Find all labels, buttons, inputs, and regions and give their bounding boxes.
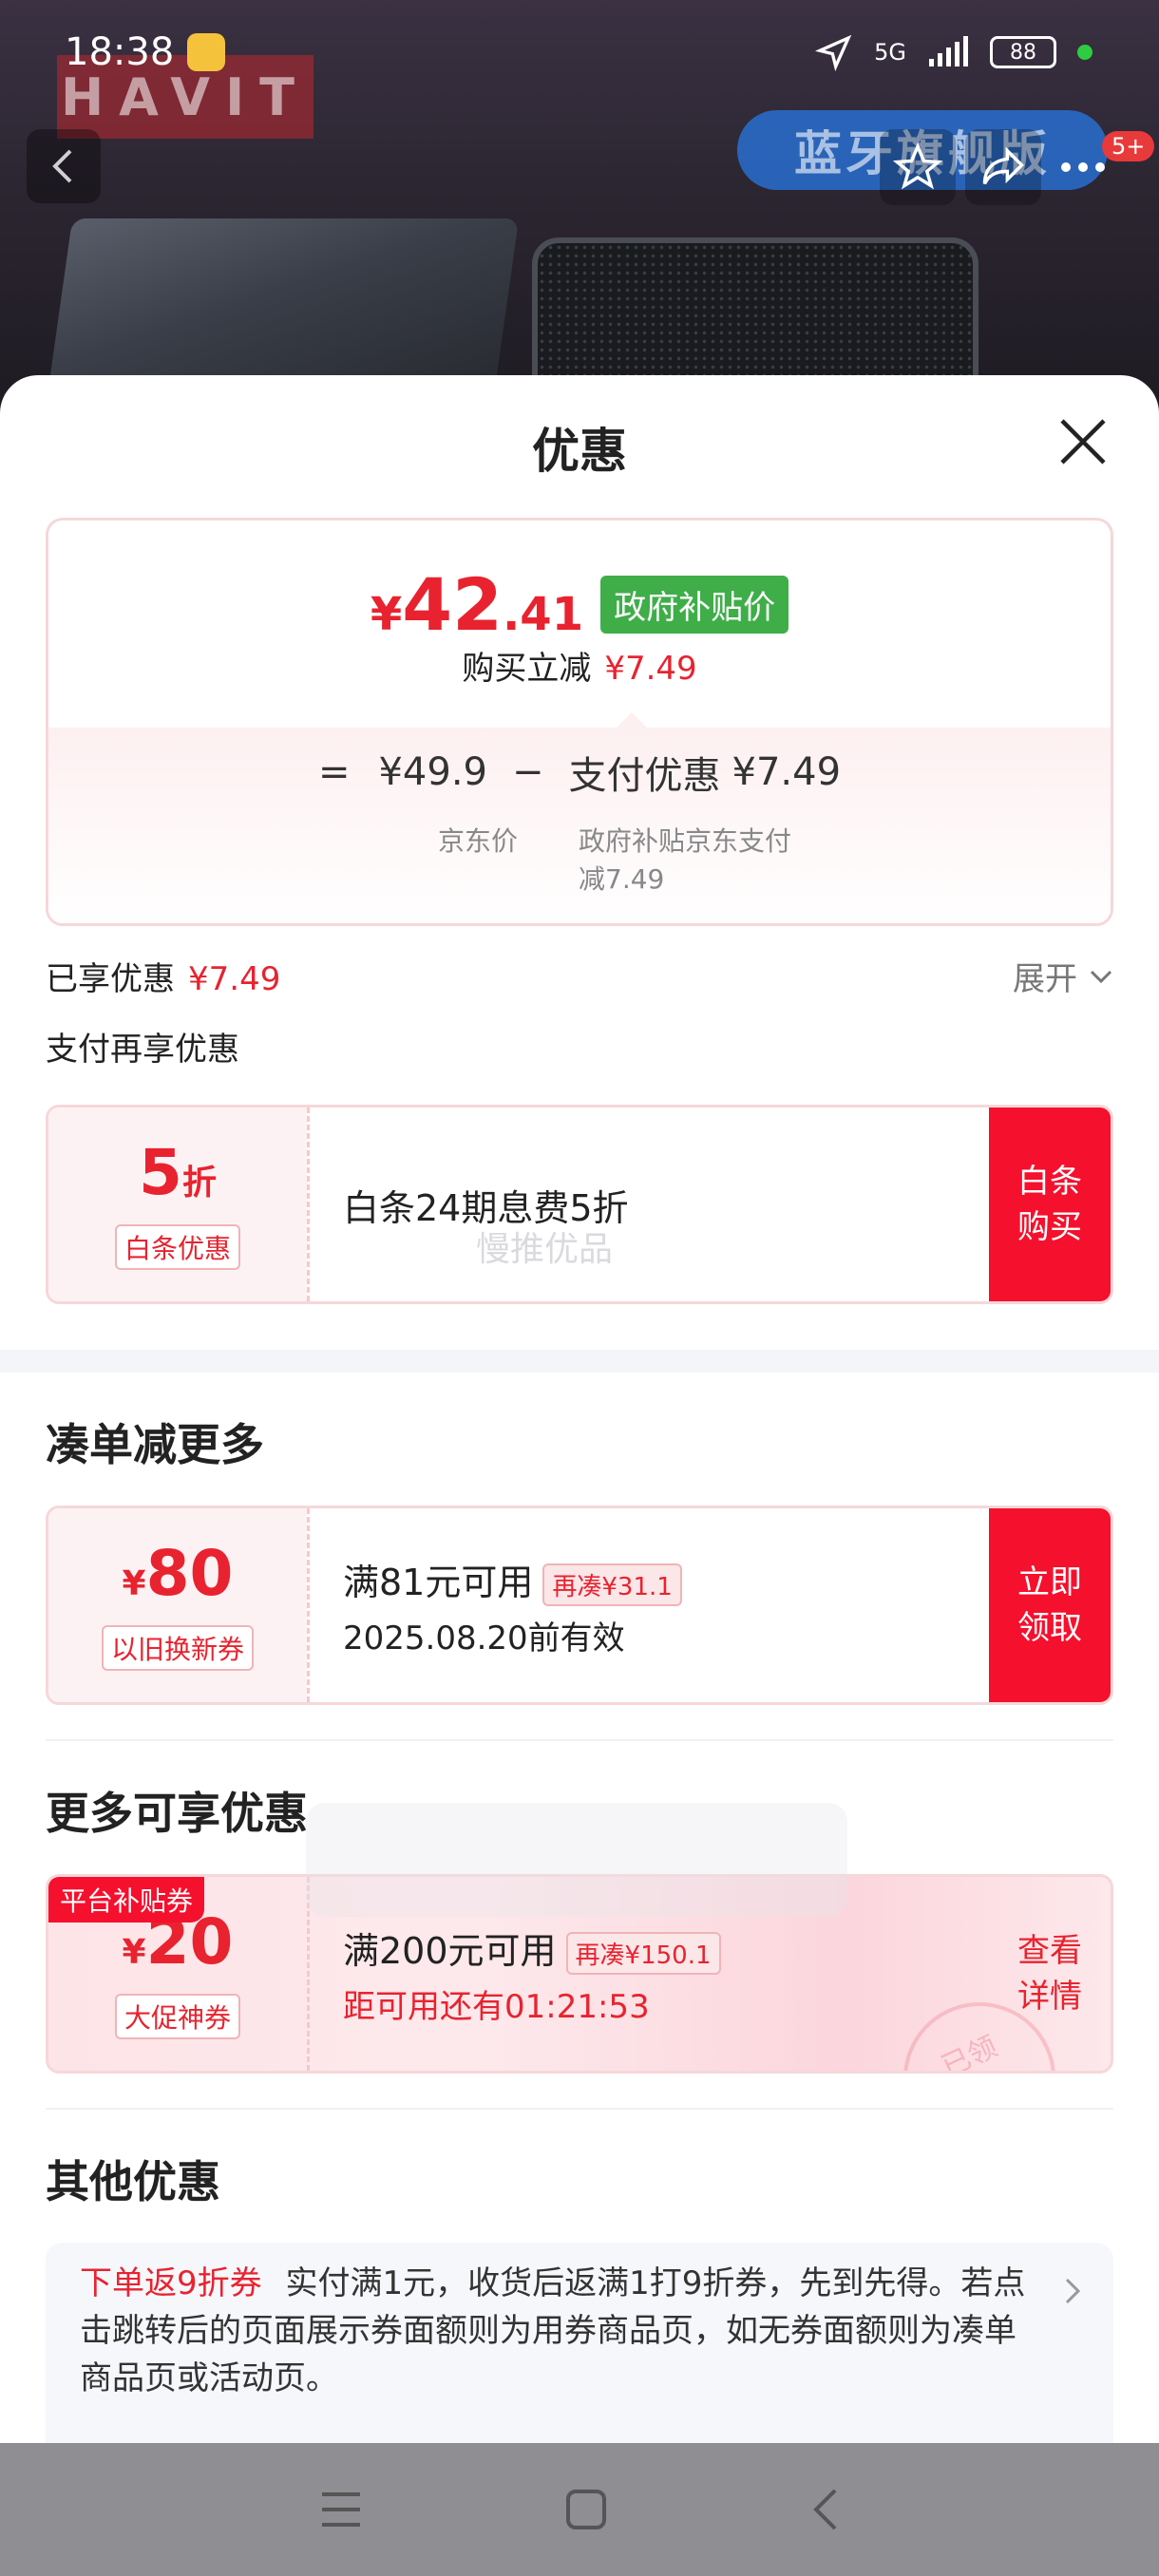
sheet-title: 优惠 bbox=[532, 424, 627, 479]
re-gather-tag: 再凑¥150.1 bbox=[565, 1931, 721, 1975]
expand-toggle[interactable]: 展开 bbox=[1013, 953, 1113, 999]
chevron-right-icon bbox=[1065, 2278, 1081, 2304]
pay-discount-value: ¥7.49 bbox=[732, 750, 842, 794]
home-icon[interactable] bbox=[564, 2488, 608, 2531]
privacy-dot-icon bbox=[1077, 45, 1092, 60]
coupon-condition: 满81元可用 bbox=[343, 1561, 534, 1603]
equals-sign: = bbox=[317, 750, 351, 794]
view-details-button[interactable]: 查看详情 bbox=[989, 1877, 1111, 2071]
close-button[interactable] bbox=[1054, 413, 1112, 470]
network-label: 5G bbox=[874, 39, 906, 66]
more-dots-icon bbox=[1061, 162, 1105, 172]
favorite-button[interactable] bbox=[880, 129, 956, 205]
view-details-label: 查看详情 bbox=[1017, 1932, 1082, 2016]
coupon-countdown: 距可用还有01:21:53 bbox=[343, 1987, 650, 2026]
platform-subsidy-tag: 平台补贴券 bbox=[48, 1877, 205, 1923]
more-offers-title: 更多可享优惠 bbox=[46, 1788, 308, 1839]
gov-subsidy-tag: 政府补贴价 bbox=[600, 576, 789, 634]
toast-overlay bbox=[306, 1803, 847, 1917]
re-gather-tag: 再凑¥31.1 bbox=[542, 1563, 682, 1606]
baitiao-buy-button[interactable]: 白条购买 bbox=[989, 1108, 1111, 1301]
battery-icon: 88 bbox=[990, 36, 1056, 68]
status-icons: 5G 88 bbox=[815, 33, 1092, 71]
battery-level: 88 bbox=[1010, 40, 1036, 65]
discount-sheet: 优惠 ¥ 42 .41 政府补贴价 购买立减 ¥7.49 = ¥49.9 − 支付… bbox=[0, 375, 1159, 2576]
app-notification-icon bbox=[187, 33, 226, 71]
chevron-down-icon bbox=[1090, 970, 1112, 983]
coupon-currency: ¥ bbox=[122, 1932, 146, 1972]
instant-discount: 购买立减 ¥7.49 bbox=[48, 642, 1111, 689]
enjoyed-value: ¥7.49 bbox=[188, 960, 281, 998]
status-time: 18:38 bbox=[65, 30, 175, 74]
back-button[interactable] bbox=[27, 129, 101, 203]
coupon-amount: ¥80 bbox=[122, 1540, 234, 1618]
coupon-currency: ¥ bbox=[122, 1563, 146, 1603]
price-breakdown-card: ¥ 42 .41 政府补贴价 购买立减 ¥7.49 = ¥49.9 − 支付优惠 … bbox=[46, 518, 1113, 926]
location-arrow-icon bbox=[815, 34, 852, 71]
instant-discount-value: ¥7.49 bbox=[604, 650, 697, 688]
share-button[interactable] bbox=[965, 129, 1041, 205]
watermark-text: 慢推优品 bbox=[476, 1230, 614, 1269]
coupon-amount-value: 80 bbox=[145, 1536, 234, 1610]
product-image-area: HAVIT 18:38 5G 88 蓝牙旗舰版 5+ bbox=[0, 0, 1159, 408]
price-decimal: .41 bbox=[503, 588, 584, 641]
enjoyed-label: 已享优惠 bbox=[46, 960, 175, 998]
price-integer: 42 bbox=[402, 562, 504, 647]
chevron-left-icon bbox=[52, 149, 72, 183]
baitiao-buy-label: 白条购买 bbox=[1017, 1163, 1082, 1246]
share-icon bbox=[982, 146, 1024, 185]
minus-sign: − bbox=[512, 750, 544, 794]
other-offers-title: 其他优惠 bbox=[46, 2156, 220, 2207]
pay-discount-label: 支付优惠 bbox=[568, 754, 721, 798]
system-nav-bar bbox=[0, 2443, 1159, 2576]
pay-discount-desc: 政府补贴京东支付减7.49 bbox=[579, 825, 792, 895]
enjoyed-discount: 已享优惠 ¥7.49 bbox=[46, 953, 280, 999]
jd-price-value: ¥49.9 bbox=[378, 750, 487, 794]
divider bbox=[46, 2108, 1113, 2110]
claim-now-button[interactable]: 立即领取 bbox=[989, 1508, 1111, 1702]
coupon-discount: 5折 bbox=[139, 1139, 217, 1217]
coupon-tag: 白条优惠 bbox=[114, 1223, 240, 1270]
signal-icon bbox=[929, 36, 968, 66]
bundle-section-title: 凑单减更多 bbox=[46, 1419, 264, 1470]
claim-now-label: 立即领取 bbox=[1017, 1563, 1082, 1647]
rebate-highlight: 下单返9折券 bbox=[80, 2264, 262, 2302]
divider bbox=[46, 1739, 1113, 1741]
instant-discount-label: 购买立减 bbox=[462, 650, 592, 688]
baitiao-coupon: 5折 白条优惠 白条24期息费5折 慢推优品 白条购买 bbox=[46, 1105, 1113, 1304]
jd-price-label: 京东价 bbox=[437, 825, 518, 857]
status-bar: 18:38 5G 88 bbox=[0, 0, 1159, 104]
coupon-discount-unit: 折 bbox=[181, 1163, 217, 1203]
back-icon[interactable] bbox=[808, 2487, 841, 2532]
final-price: ¥ 42 .41 政府补贴价 bbox=[48, 562, 1111, 647]
expand-label: 展开 bbox=[1013, 960, 1077, 998]
more-badge: 5+ bbox=[1102, 131, 1155, 161]
price-currency: ¥ bbox=[370, 588, 403, 641]
coupon-tag: 以旧换新券 bbox=[101, 1624, 254, 1671]
close-icon bbox=[1060, 419, 1106, 464]
star-icon bbox=[893, 142, 942, 190]
price-formula: = ¥49.9 − 支付优惠 ¥7.49 bbox=[48, 745, 1111, 800]
coupon-condition: 满200元可用 bbox=[343, 1929, 557, 1972]
coupon-expiry: 2025.08.20前有效 bbox=[343, 1619, 625, 1657]
coupon-discount-number: 5 bbox=[139, 1135, 182, 1209]
pay-more-title: 支付再享优惠 bbox=[46, 1031, 239, 1069]
trade-in-coupon: ¥80 以旧换新券 满81元可用 再凑¥31.1 2025.08.20前有效 立即… bbox=[46, 1506, 1113, 1705]
coupon-tag: 大促神券 bbox=[114, 1993, 240, 2039]
menu-icon[interactable] bbox=[318, 2490, 364, 2529]
section-gap bbox=[0, 1350, 1159, 1373]
